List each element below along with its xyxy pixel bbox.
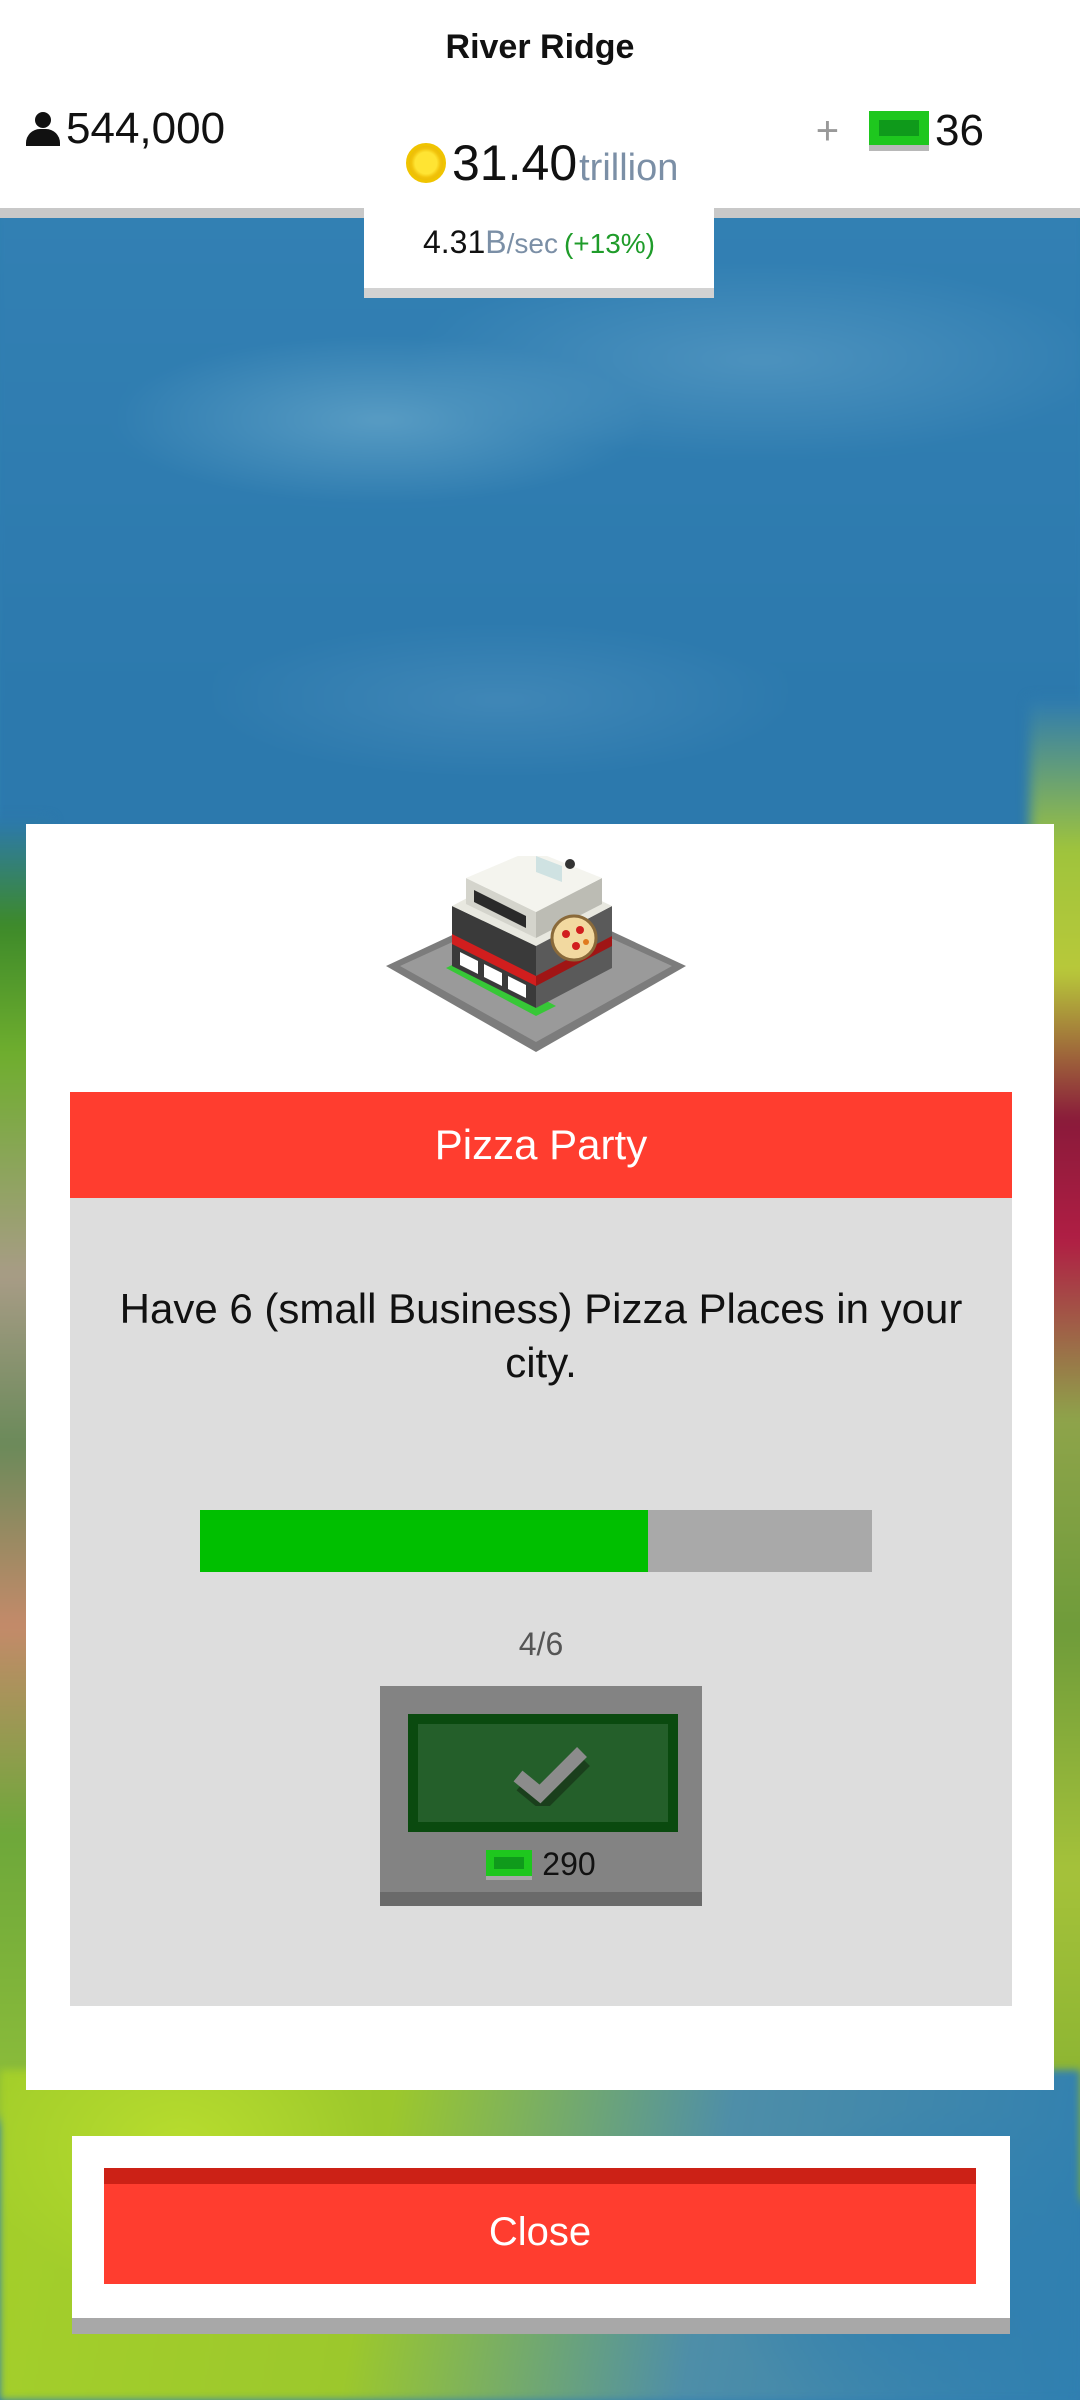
- cash-icon: [869, 111, 930, 151]
- city-name: River Ridge: [445, 28, 635, 66]
- checkmark-icon: [513, 1747, 590, 1806]
- close-button[interactable]: Close: [104, 2168, 976, 2284]
- progress-count: 4/6: [518, 1626, 564, 1662]
- achievement-title: Pizza Party: [70, 1092, 1012, 1198]
- population-display: 544,000: [26, 104, 225, 154]
- cash-icon: [486, 1849, 533, 1880]
- pizza-building-icon: [386, 856, 686, 1052]
- achievement-content: Have 6 (small Business) Pizza Places in …: [70, 1198, 1012, 2006]
- income-amount: 4.31: [422, 224, 486, 260]
- coin-balance-tab: 31.40 trillion 4.31B/sec (+13%): [364, 124, 714, 298]
- add-cash-button[interactable]: +: [816, 109, 839, 154]
- income-change: (+13%): [563, 228, 656, 259]
- close-panel: Close: [72, 2136, 1010, 2334]
- claim-reward-button[interactable]: 290: [380, 1686, 702, 1906]
- cash-display[interactable]: + 36: [816, 106, 984, 156]
- person-icon: [26, 112, 60, 146]
- income-unit: B/sec: [485, 224, 558, 260]
- coin-icon: [406, 143, 446, 183]
- reward-amount: 290: [380, 1846, 702, 1883]
- progress-fill: [200, 1510, 648, 1572]
- reward-value: 290: [542, 1846, 596, 1882]
- achievement-dialog: Pizza Party Have 6 (small Business) Pizz…: [26, 824, 1054, 2090]
- cash-value: 36: [935, 106, 984, 155]
- income-rate: 4.31B/sec (+13%): [364, 224, 714, 261]
- coin-unit: trillion: [579, 147, 679, 189]
- achievement-progress-bar: [200, 1510, 872, 1572]
- coin-balance: 31.40 trillion: [406, 134, 678, 192]
- claim-button-face[interactable]: [408, 1714, 678, 1832]
- population-value: 544,000: [66, 104, 226, 153]
- coin-amount: 31.40: [452, 135, 578, 191]
- achievement-description: Have 6 (small Business) Pizza Places in …: [119, 1285, 963, 1386]
